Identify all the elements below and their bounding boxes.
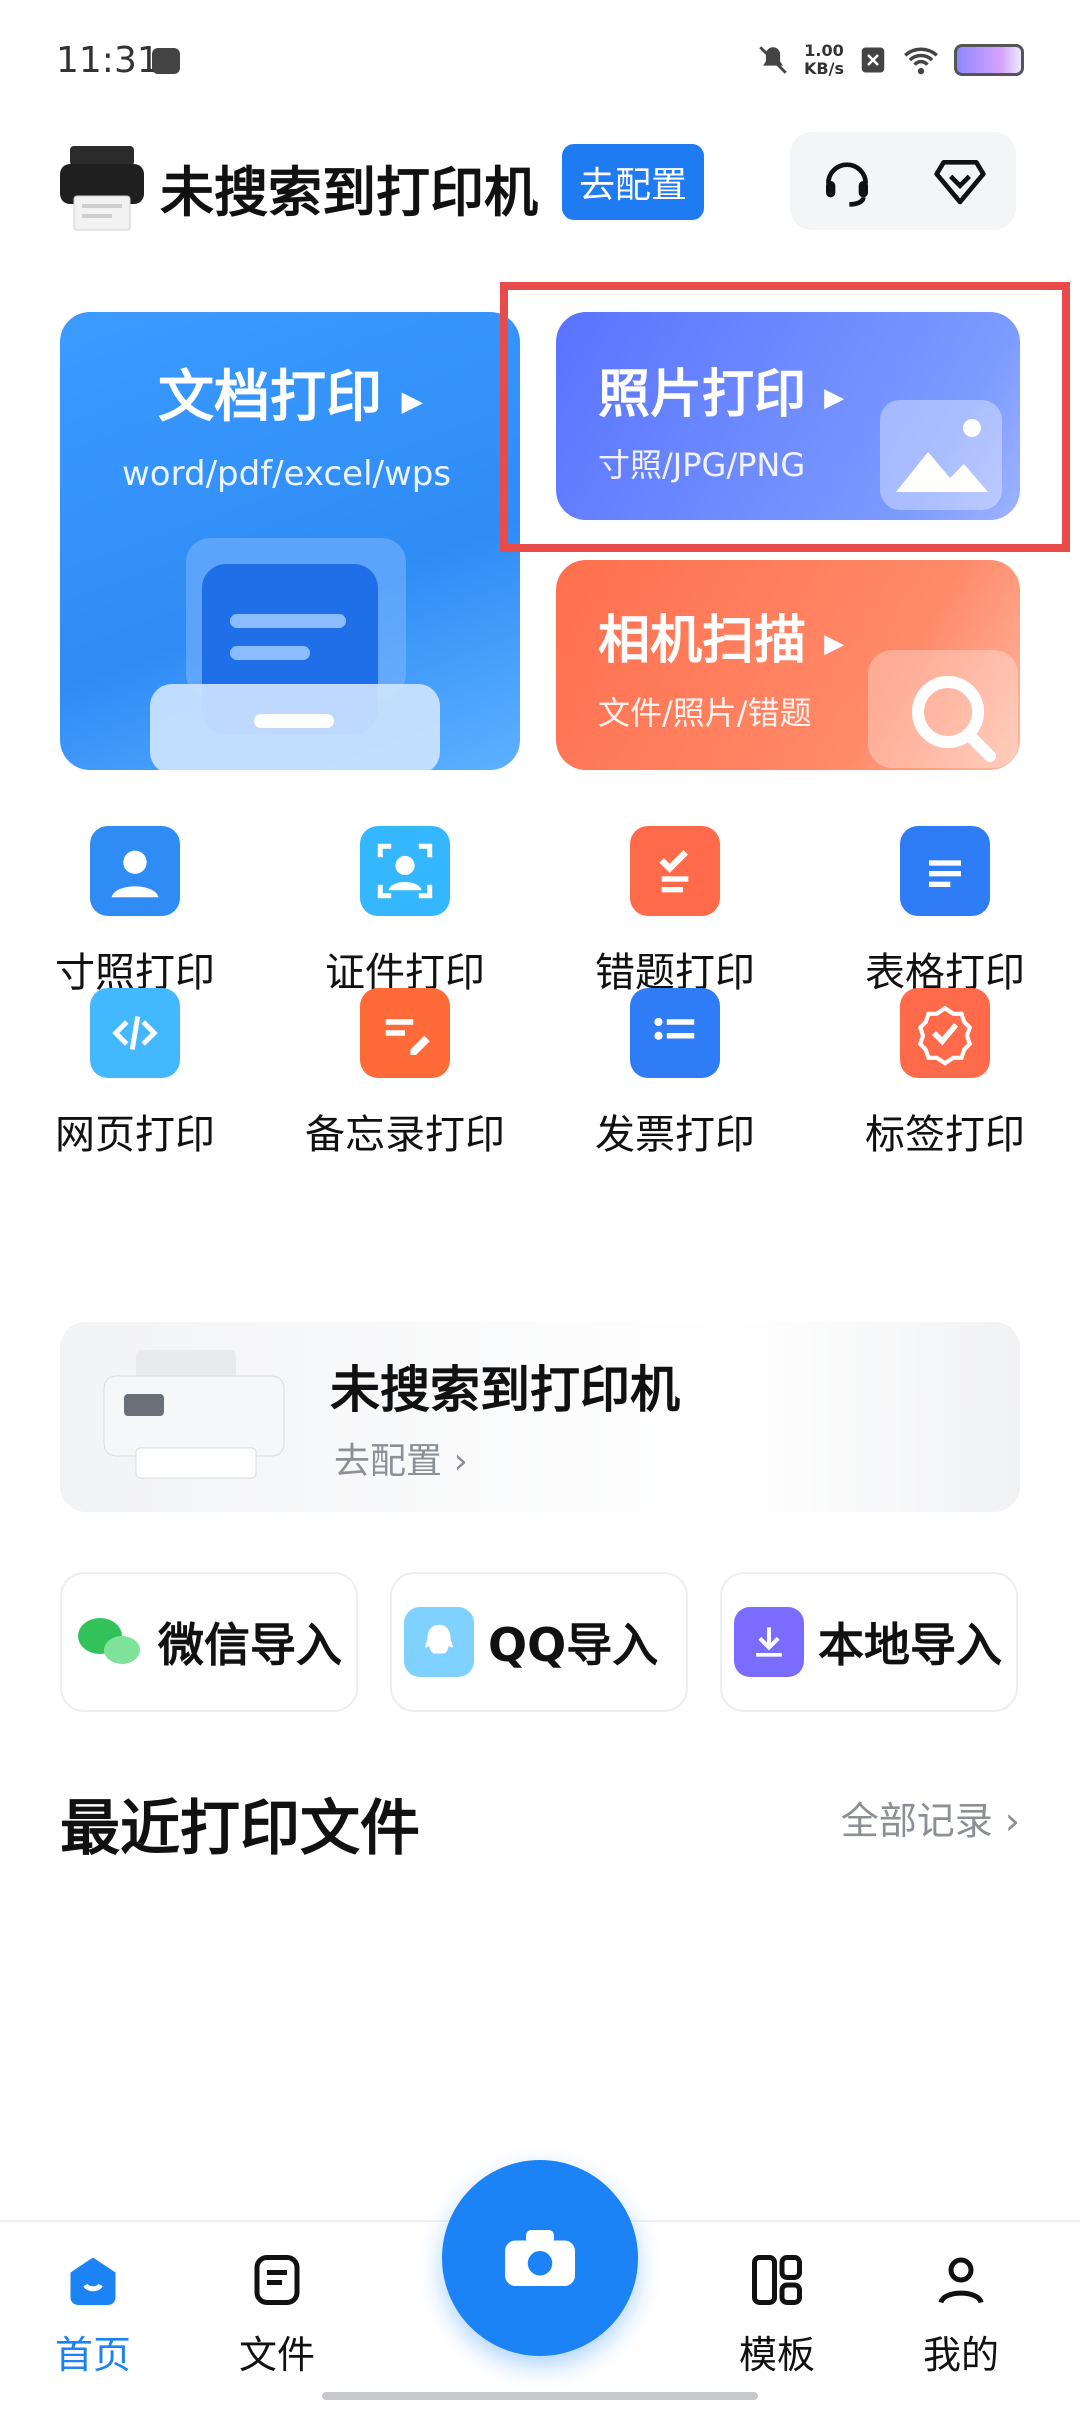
grid-id-card[interactable]: 证件打印 <box>280 826 530 998</box>
grid-label-print[interactable]: 标签打印 <box>820 988 1070 1160</box>
checklist-icon <box>630 826 720 916</box>
camera-icon <box>505 2230 575 2286</box>
import-label: QQ导入 <box>488 1618 659 1672</box>
camera-fab-button[interactable] <box>442 2160 638 2356</box>
magnifier-icon <box>868 650 1018 768</box>
local-import-button[interactable]: 本地导入 <box>720 1572 1018 1712</box>
all-records-link[interactable]: 全部记录 › <box>841 1790 1020 1845</box>
nav-label: 我的 <box>922 2333 999 2377</box>
grid-mistakes[interactable]: 错题打印 <box>550 826 800 998</box>
nav-home[interactable]: 首页 <box>18 2250 168 2379</box>
download-icon <box>734 1607 804 1677</box>
grid-label: 备忘录打印 <box>305 1112 505 1158</box>
chevron-right-icon: ▶ <box>824 629 845 659</box>
nav-label: 文件 <box>238 2333 315 2377</box>
banner-title: 未搜索到打印机 <box>330 1361 680 1419</box>
camera-scan-card[interactable]: 相机扫描 ▶ 文件/照片/错题 <box>556 560 1020 770</box>
document-tray-icon <box>150 538 440 770</box>
speed-unit: KB/s <box>804 59 844 78</box>
banner-configure-link[interactable]: 去配置 › <box>334 1432 468 1484</box>
document-icon <box>900 826 990 916</box>
import-label: 微信导入 <box>158 1618 342 1672</box>
id-photo-icon <box>90 826 180 916</box>
grid-id-photo[interactable]: 寸照打印 <box>10 826 260 998</box>
header-actions <box>790 132 1016 230</box>
grid-webpage[interactable]: 网页打印 <box>10 988 260 1160</box>
battery-icon <box>954 44 1024 76</box>
chevron-right-icon: ▶ <box>401 384 424 418</box>
network-speed: 1.00 KB/s <box>804 42 844 78</box>
grid-memo[interactable]: 备忘录打印 <box>280 988 530 1160</box>
grid-table[interactable]: 表格打印 <box>820 826 1070 998</box>
template-icon <box>752 2255 802 2305</box>
printer-status-title: 未搜索到打印机 <box>160 161 538 224</box>
memo-icon <box>360 988 450 1078</box>
status-time: 11:31 <box>56 40 160 81</box>
id-card-icon <box>360 826 450 916</box>
camera-scan-sub: 文件/照片/错题 <box>598 694 812 732</box>
import-label: 本地导入 <box>818 1618 1002 1672</box>
speed-value: 1.00 <box>804 41 844 60</box>
wechat-icon <box>74 1607 144 1677</box>
vip-diamond-icon[interactable] <box>932 153 988 209</box>
profile-icon <box>938 2257 984 2304</box>
wifi-icon <box>904 47 938 75</box>
document-print-title: 文档打印 <box>158 365 382 430</box>
nav-files[interactable]: 文件 <box>202 2250 352 2379</box>
document-print-sub: word/pdf/excel/wps <box>122 454 452 494</box>
mute-icon <box>759 46 787 74</box>
qq-icon <box>404 1607 474 1677</box>
home-icon <box>70 2257 116 2305</box>
grid-invoice[interactable]: 发票打印 <box>550 988 800 1160</box>
status-icons: 1.00 KB/s <box>756 38 1024 82</box>
no-sim-icon <box>861 47 885 73</box>
badge-icon <box>900 988 990 1078</box>
code-icon <box>90 988 180 1078</box>
printer-illustration <box>103 1350 285 1479</box>
home-indicator[interactable] <box>322 2392 758 2400</box>
notification-icon <box>152 48 180 74</box>
nav-profile[interactable]: 我的 <box>886 2250 1036 2379</box>
list-icon <box>630 988 720 1078</box>
printer-icon <box>56 138 148 236</box>
recent-files-title: 最近打印文件 <box>60 1794 420 1864</box>
document-print-card[interactable]: 文档打印 ▶ word/pdf/excel/wps <box>60 312 520 770</box>
grid-label: 网页打印 <box>55 1112 215 1158</box>
grid-label: 发票打印 <box>595 1112 755 1158</box>
nav-templates[interactable]: 模板 <box>702 2250 852 2379</box>
qq-import-button[interactable]: QQ导入 <box>390 1572 688 1712</box>
photo-print-highlight <box>500 282 1070 552</box>
headset-icon[interactable] <box>819 153 875 209</box>
grid-label: 标签打印 <box>865 1112 1025 1158</box>
camera-scan-title: 相机扫描 <box>598 611 807 671</box>
nav-label: 模板 <box>738 2333 815 2377</box>
configure-button[interactable]: 去配置 <box>562 144 704 220</box>
nav-label: 首页 <box>54 2333 131 2377</box>
wechat-import-button[interactable]: 微信导入 <box>60 1572 358 1712</box>
file-icon <box>254 2255 300 2305</box>
